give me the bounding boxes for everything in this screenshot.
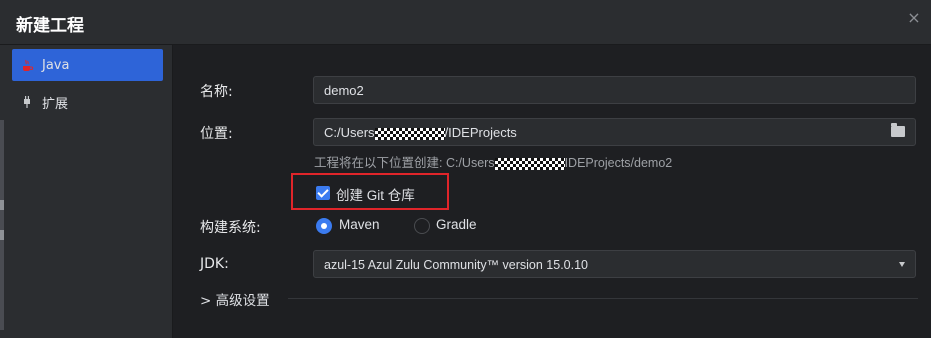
location-input[interactable]: C:/Users/IDEProjects [313, 118, 916, 146]
location-hint: 工程将在以下位置创建: C:/Users IDEProjects/demo2 [314, 152, 672, 171]
strip-marker [0, 230, 4, 240]
advanced-settings-toggle[interactable]: > 高级设置 [200, 289, 270, 309]
plug-icon [20, 95, 34, 109]
strip-marker [0, 200, 4, 210]
gradle-radio[interactable] [414, 218, 430, 234]
location-value-suffix: /IDEProjects [444, 125, 517, 140]
redacted-username [374, 127, 445, 140]
jdk-label: JDK: [200, 256, 229, 272]
maven-radio[interactable] [316, 218, 332, 234]
sidebar-item-label: 扩展 [42, 96, 69, 112]
title-bar: 新建工程 × [0, 0, 931, 45]
jdk-select[interactable]: azul-15 Azul Zulu Community™ version 15.… [313, 250, 916, 278]
advanced-settings-label: 高级设置 [215, 293, 270, 309]
git-checkbox-label[interactable]: 创建 Git 仓库 [336, 184, 415, 204]
form-panel: 名称: demo2 位置: C:/Users/IDEProjects 工程将在以… [173, 45, 931, 338]
redacted-username [494, 157, 565, 170]
side-scroll-strip [0, 120, 4, 330]
folder-icon[interactable] [891, 123, 905, 137]
divider [288, 298, 918, 299]
sidebar-item-java[interactable]: Java [12, 49, 163, 81]
name-input[interactable]: demo2 [313, 76, 916, 104]
dialog-title: 新建工程 [16, 16, 84, 36]
hint-suffix: IDEProjects/demo2 [564, 156, 673, 170]
sidebar-item-label: Java [42, 57, 70, 73]
chevron-down-icon [899, 262, 905, 267]
git-checkbox[interactable] [316, 186, 330, 200]
chevron-right-icon: > [200, 293, 212, 309]
close-icon[interactable]: × [905, 9, 923, 27]
location-label: 位置: [200, 126, 233, 142]
hint-prefix: 工程将在以下位置创建: C:/Users [314, 156, 495, 170]
gradle-radio-label[interactable]: Gradle [436, 217, 477, 232]
sidebar-item-extensions[interactable]: 扩展 [12, 86, 163, 118]
maven-radio-label[interactable]: Maven [339, 217, 380, 232]
jdk-select-value: azul-15 Azul Zulu Community™ version 15.… [324, 258, 589, 272]
location-value-prefix: C:/Users [324, 125, 375, 140]
build-system-label: 构建系统: [200, 220, 261, 236]
sidebar: Java 扩展 [0, 45, 173, 338]
name-label: 名称: [200, 84, 233, 100]
java-icon [20, 58, 34, 72]
